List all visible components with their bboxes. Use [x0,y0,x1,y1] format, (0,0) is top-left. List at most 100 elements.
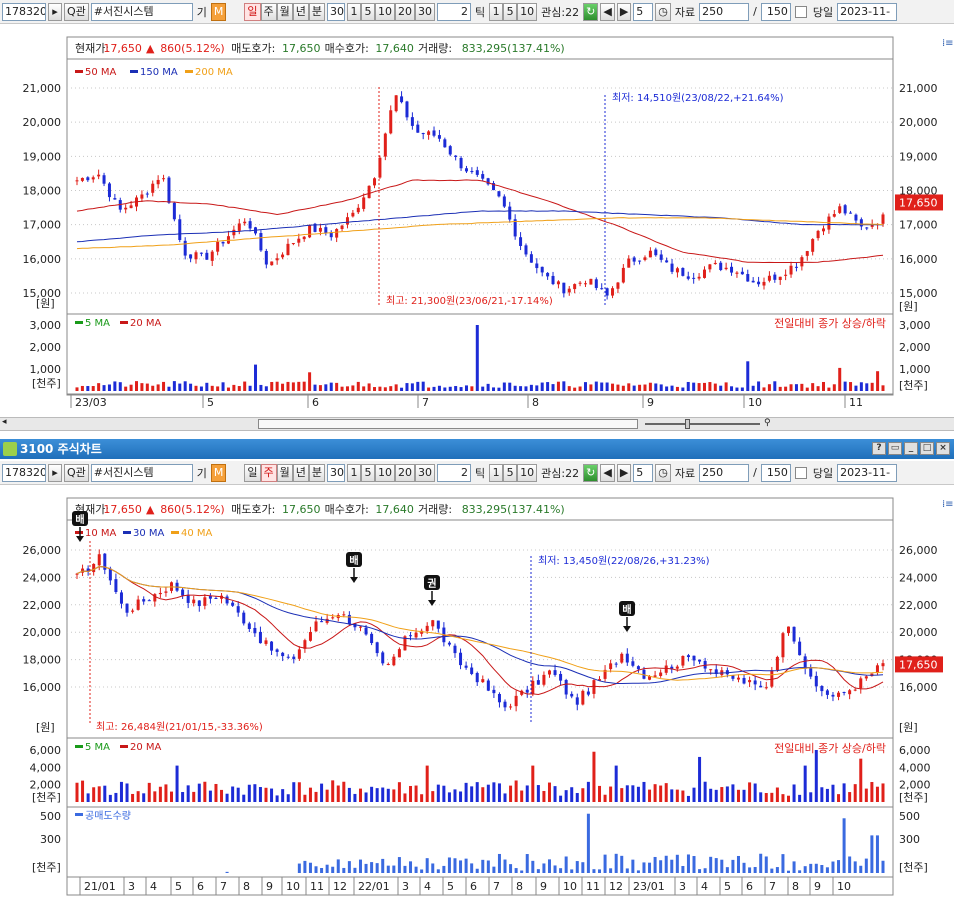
total-input[interactable]: 150 [760,2,791,21]
prev-icon[interactable]: ◀ [600,2,615,21]
today-checkbox[interactable] [794,5,807,18]
search-icon[interactable]: Q관 [64,463,89,482]
clock-icon[interactable]: ◷ [655,2,671,21]
minute-button-4[interactable]: 30 [415,463,436,482]
minute-button-2[interactable]: 10 [375,463,396,482]
tick-input[interactable]: 2 [437,463,472,482]
minute-button-1[interactable]: 5 [361,2,376,21]
search-icon[interactable]: Q관 [64,2,89,21]
scroll-track[interactable] [258,419,638,429]
tick-input[interactable]: 2 [437,2,472,21]
next-icon[interactable]: ▶ [616,463,632,482]
page-input[interactable]: 5 [633,463,654,482]
interest-label[interactable]: 관심:22 [539,4,581,20]
info-badge[interactable]: 기 [195,465,209,481]
volume-bar [825,788,829,802]
help-icon[interactable]: ? [872,442,886,455]
count-select[interactable]: 250 [699,463,750,482]
stock-name-field[interactable]: #서진시스템 [90,2,193,21]
date-input[interactable]: 2023-11- [837,2,898,21]
tick-button-1[interactable]: 5 [503,463,518,482]
volume-bar [497,783,501,802]
tick-button-0[interactable]: 1 [489,463,504,482]
clock-icon[interactable]: ◷ [655,463,671,482]
refresh-icon[interactable]: ↻ [583,2,599,21]
today-checkbox[interactable] [794,466,807,479]
vol-legend-swatch [120,745,128,748]
period-button-3[interactable]: 년 [292,2,309,21]
dropdown-arrow-icon[interactable]: ▸ [48,463,62,482]
volume-bar [162,381,166,391]
prev-icon[interactable]: ◀ [600,463,615,482]
daily-candle [454,155,458,157]
stock-code-input[interactable]: 178320 [2,463,46,482]
bottom-chart-area[interactable]: 현재가: 17,650 ▲ 860(5.12%) 매도호가: 17,650 매수호가:… [0,486,954,898]
refresh-icon[interactable]: ↻ [583,463,599,482]
minute-button-3[interactable]: 20 [395,2,416,21]
period-button-1[interactable]: 주 [260,463,277,482]
period-button-2[interactable]: 월 [276,463,293,482]
short-bar [308,862,312,873]
tick-button-2[interactable]: 10 [517,463,538,482]
stock-name-field[interactable]: #서진시스템 [90,463,193,482]
minimize-icon[interactable]: _ [904,442,918,455]
daily-candle [594,279,598,288]
minute-button-0[interactable]: 1 [347,2,362,21]
vol-tick-left: 4,000 [30,761,62,774]
daily-candle [297,238,301,243]
zoom-icon[interactable]: ⚲ [764,418,771,428]
volume-bar [748,782,752,802]
minute-button-4[interactable]: 30 [415,2,436,21]
volume-bar [178,383,182,391]
stock-code-input[interactable]: 178320 [2,2,46,21]
short-tick-left: 500 [40,810,61,823]
total-input[interactable]: 150 [760,463,791,482]
weekly-candle [631,661,635,666]
zoom-slider-handle[interactable] [685,419,690,429]
dropdown-arrow-icon[interactable]: ▸ [48,2,62,21]
maximize-icon[interactable]: □ [920,442,934,455]
top-chart-area[interactable]: 현재가: 17,650 ▲ 860(5.12%) 매도호가: 17,650 매수호가:… [0,25,954,417]
price-unit-right: [원] [899,721,918,734]
scroll-left-icon[interactable]: ◂ [2,417,7,427]
count-select[interactable]: 250 [699,2,750,21]
minute-button-1[interactable]: 5 [361,463,376,482]
period-button-2[interactable]: 월 [276,2,293,21]
memo-icon[interactable]: M [210,2,227,21]
volume-bar [459,387,463,391]
page-input[interactable]: 5 [633,2,654,21]
top-daily-chart[interactable]: 현재가:17,650 ▲ 860(5.12%) 매도호가: 17,650 매수호가:… [0,25,954,417]
minute-button-2[interactable]: 10 [375,2,396,21]
date-input[interactable]: 2023-11- [837,463,898,482]
period-button-4[interactable]: 분 [308,463,326,482]
next-icon[interactable]: ▶ [616,2,632,21]
weekly-candle [292,656,296,660]
close-icon[interactable]: × [936,442,950,455]
period-button-3[interactable]: 년 [292,463,309,482]
zoom-slider[interactable] [645,423,760,425]
period-button-4[interactable]: 분 [308,2,326,21]
tick-button-2[interactable]: 10 [517,2,538,21]
volume-bar [800,383,804,391]
short-bar [464,858,468,873]
pin-icon[interactable]: ▭ [888,442,902,455]
memo-icon[interactable]: M [210,463,227,482]
period-button-0[interactable]: 일 [244,463,261,482]
volume-bar [675,386,679,391]
info-badge[interactable]: 기 [195,4,209,20]
tick-button-0[interactable]: 1 [489,2,504,21]
interest-label[interactable]: 관심:22 [539,465,581,481]
daily-candle [156,179,160,185]
period-button-0[interactable]: 일 [244,2,261,21]
interval-select[interactable]: 30s [327,2,346,21]
interval-select[interactable]: 30s [327,463,346,482]
bottom-weekly-chart[interactable]: 현재가:17,650 ▲ 860(5.12%) 매도호가: 17,650 매수호가:… [0,486,954,898]
period-button-1[interactable]: 주 [260,2,277,21]
tick-button-1[interactable]: 5 [503,2,518,21]
short-bar [347,861,351,873]
chart-scrollbar[interactable]: ◂ ⚲ [0,417,954,431]
daily-candle [107,183,111,198]
x-label-10: 12 [333,880,347,893]
minute-button-3[interactable]: 20 [395,463,416,482]
minute-button-0[interactable]: 1 [347,463,362,482]
